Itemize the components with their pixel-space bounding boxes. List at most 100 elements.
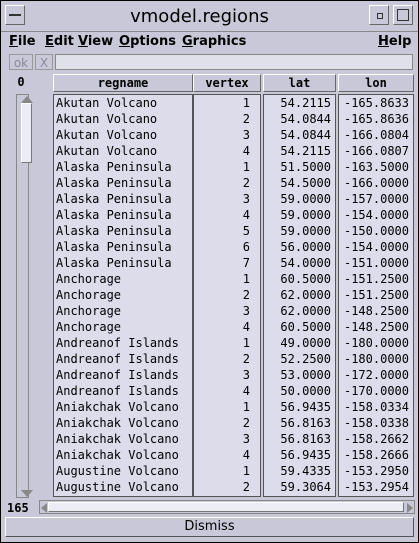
dismiss-button[interactable]: Dismiss	[5, 517, 414, 537]
cell-lat[interactable]: 62.0000	[264, 287, 331, 303]
cell-regname[interactable]: Anchorage	[56, 319, 192, 335]
cell-lat[interactable]: 56.8163	[264, 415, 331, 431]
scroll-left-arrow-icon[interactable]	[41, 503, 47, 513]
cell-lat[interactable]: 56.0000	[264, 239, 331, 255]
menu-view[interactable]: View	[78, 34, 113, 49]
cell-vertex[interactable]: 1	[194, 335, 250, 351]
cell-regname[interactable]: Andreanof Islands	[56, 367, 192, 383]
cell-lon[interactable]: -148.2500	[339, 303, 409, 319]
cell-lon[interactable]: -151.2500	[339, 287, 409, 303]
cell-lat[interactable]: 59.3064	[264, 479, 331, 495]
cell-vertex[interactable]: 2	[194, 415, 250, 431]
vertical-scroll-thumb[interactable]	[21, 103, 32, 163]
menu-edit[interactable]: Edit	[45, 34, 74, 49]
cell-regname[interactable]: Andreanof Islands	[56, 383, 192, 399]
cell-regname[interactable]: Aniakchak Volcano	[56, 447, 192, 463]
cell-lon[interactable]: -151.0000	[339, 255, 409, 271]
cell-lon[interactable]: -165.8636	[339, 111, 409, 127]
cell-lon[interactable]: -158.0334	[339, 399, 409, 415]
cell-vertex[interactable]: 1	[194, 159, 250, 175]
cell-lon[interactable]: -166.0000	[339, 175, 409, 191]
menu-graphics[interactable]: Graphics	[182, 34, 246, 49]
cell-lon[interactable]: -154.0000	[339, 239, 409, 255]
cell-vertex[interactable]: 3	[194, 191, 250, 207]
column-header-lat[interactable]: lat	[263, 74, 336, 92]
cell-lon[interactable]: -166.0807	[339, 143, 409, 159]
menu-help[interactable]: Help	[378, 34, 411, 49]
cell-vertex[interactable]: 4	[194, 447, 250, 463]
cell-vertex[interactable]: 7	[194, 255, 250, 271]
cell-regname[interactable]: Akutan Volcano	[56, 127, 192, 143]
cell-lon[interactable]: -158.2666	[339, 447, 409, 463]
cell-regname[interactable]: Alaska Peninsula	[56, 223, 192, 239]
cell-vertex[interactable]: 1	[194, 463, 250, 479]
cell-vertex[interactable]: 1	[194, 95, 250, 111]
cell-vertex[interactable]: 2	[194, 351, 250, 367]
cell-regname[interactable]: Anchorage	[56, 303, 192, 319]
cell-lat[interactable]: 49.0000	[264, 335, 331, 351]
cell-vertex[interactable]: 3	[194, 127, 250, 143]
cell-regname[interactable]: Alaska Peninsula	[56, 191, 192, 207]
cell-vertex[interactable]: 4	[194, 143, 250, 159]
cell-vertex[interactable]: 6	[194, 239, 250, 255]
cell-vertex[interactable]: 2	[194, 111, 250, 127]
cell-regname[interactable]: Anchorage	[56, 271, 192, 287]
maximize-button[interactable]	[393, 5, 413, 25]
cell-regname[interactable]: Alaska Peninsula	[56, 207, 192, 223]
cell-lat[interactable]: 54.0844	[264, 111, 331, 127]
cell-lon[interactable]: -158.2662	[339, 431, 409, 447]
command-input[interactable]	[55, 54, 413, 70]
column-header-vertex[interactable]: vertex	[193, 74, 261, 92]
cell-lat[interactable]: 54.2115	[264, 143, 331, 159]
cell-regname[interactable]: Alaska Peninsula	[56, 255, 192, 271]
cell-regname[interactable]: Aniakchak Volcano	[56, 415, 192, 431]
cell-regname[interactable]: Augustine Volcano	[56, 463, 192, 479]
cell-lon[interactable]: -157.0000	[339, 191, 409, 207]
cell-vertex[interactable]: 2	[194, 479, 250, 495]
cell-vertex[interactable]: 5	[194, 223, 250, 239]
close-x-button[interactable]: X	[35, 54, 53, 70]
ok-button[interactable]: ok	[9, 54, 33, 70]
cell-lat[interactable]: 51.5000	[264, 159, 331, 175]
cell-lon[interactable]: -153.2954	[339, 479, 409, 495]
cell-lat[interactable]: 59.0000	[264, 207, 331, 223]
cell-lat[interactable]: 59.0000	[264, 223, 331, 239]
cell-regname[interactable]: Alaska Peninsula	[56, 239, 192, 255]
cell-lat[interactable]: 60.5000	[264, 319, 331, 335]
cell-regname[interactable]: Aniakchak Volcano	[56, 399, 192, 415]
cell-lat[interactable]: 54.5000	[264, 175, 331, 191]
cell-lat[interactable]: 59.4335	[264, 463, 331, 479]
cell-vertex[interactable]: 2	[194, 175, 250, 191]
cell-vertex[interactable]: 3	[194, 367, 250, 383]
cell-lon[interactable]: -163.5000	[339, 159, 409, 175]
cell-vertex[interactable]: 3	[194, 303, 250, 319]
cell-lat[interactable]: 50.0000	[264, 383, 331, 399]
cell-regname[interactable]: Andreanof Islands	[56, 335, 192, 351]
cell-vertex[interactable]: 2	[194, 287, 250, 303]
cell-lat[interactable]: 56.9435	[264, 399, 331, 415]
menu-options[interactable]: Options	[119, 34, 176, 49]
horizontal-scroll-thumb[interactable]	[48, 502, 404, 512]
cell-lat[interactable]: 52.2500	[264, 351, 331, 367]
cell-lon[interactable]: -148.2500	[339, 319, 409, 335]
cell-regname[interactable]: Aniakchak Volcano	[56, 431, 192, 447]
cell-lat[interactable]: 62.0000	[264, 303, 331, 319]
window-menu-button[interactable]	[5, 5, 25, 25]
cell-lat[interactable]: 54.0844	[264, 127, 331, 143]
title-bar[interactable]: vmodel.regions	[1, 1, 418, 32]
cell-regname[interactable]: Alaska Peninsula	[56, 175, 192, 191]
cell-regname[interactable]: Akutan Volcano	[56, 111, 192, 127]
vertical-scrollbar[interactable]	[13, 94, 33, 498]
cell-regname[interactable]: Akutan Volcano	[56, 95, 192, 111]
cell-vertex[interactable]: 3	[194, 431, 250, 447]
cell-vertex[interactable]: 4	[194, 383, 250, 399]
cell-lon[interactable]: -170.0000	[339, 383, 409, 399]
cell-regname[interactable]: Anchorage	[56, 287, 192, 303]
cell-lat[interactable]: 53.0000	[264, 367, 331, 383]
cell-regname[interactable]: Andreanof Islands	[56, 351, 192, 367]
cell-lon[interactable]: -153.2950	[339, 463, 409, 479]
column-header-lon[interactable]: lon	[338, 74, 414, 92]
cell-lat[interactable]: 60.5000	[264, 271, 331, 287]
cell-lon[interactable]: -165.8633	[339, 95, 409, 111]
scroll-up-arrow-icon[interactable]	[21, 96, 33, 103]
